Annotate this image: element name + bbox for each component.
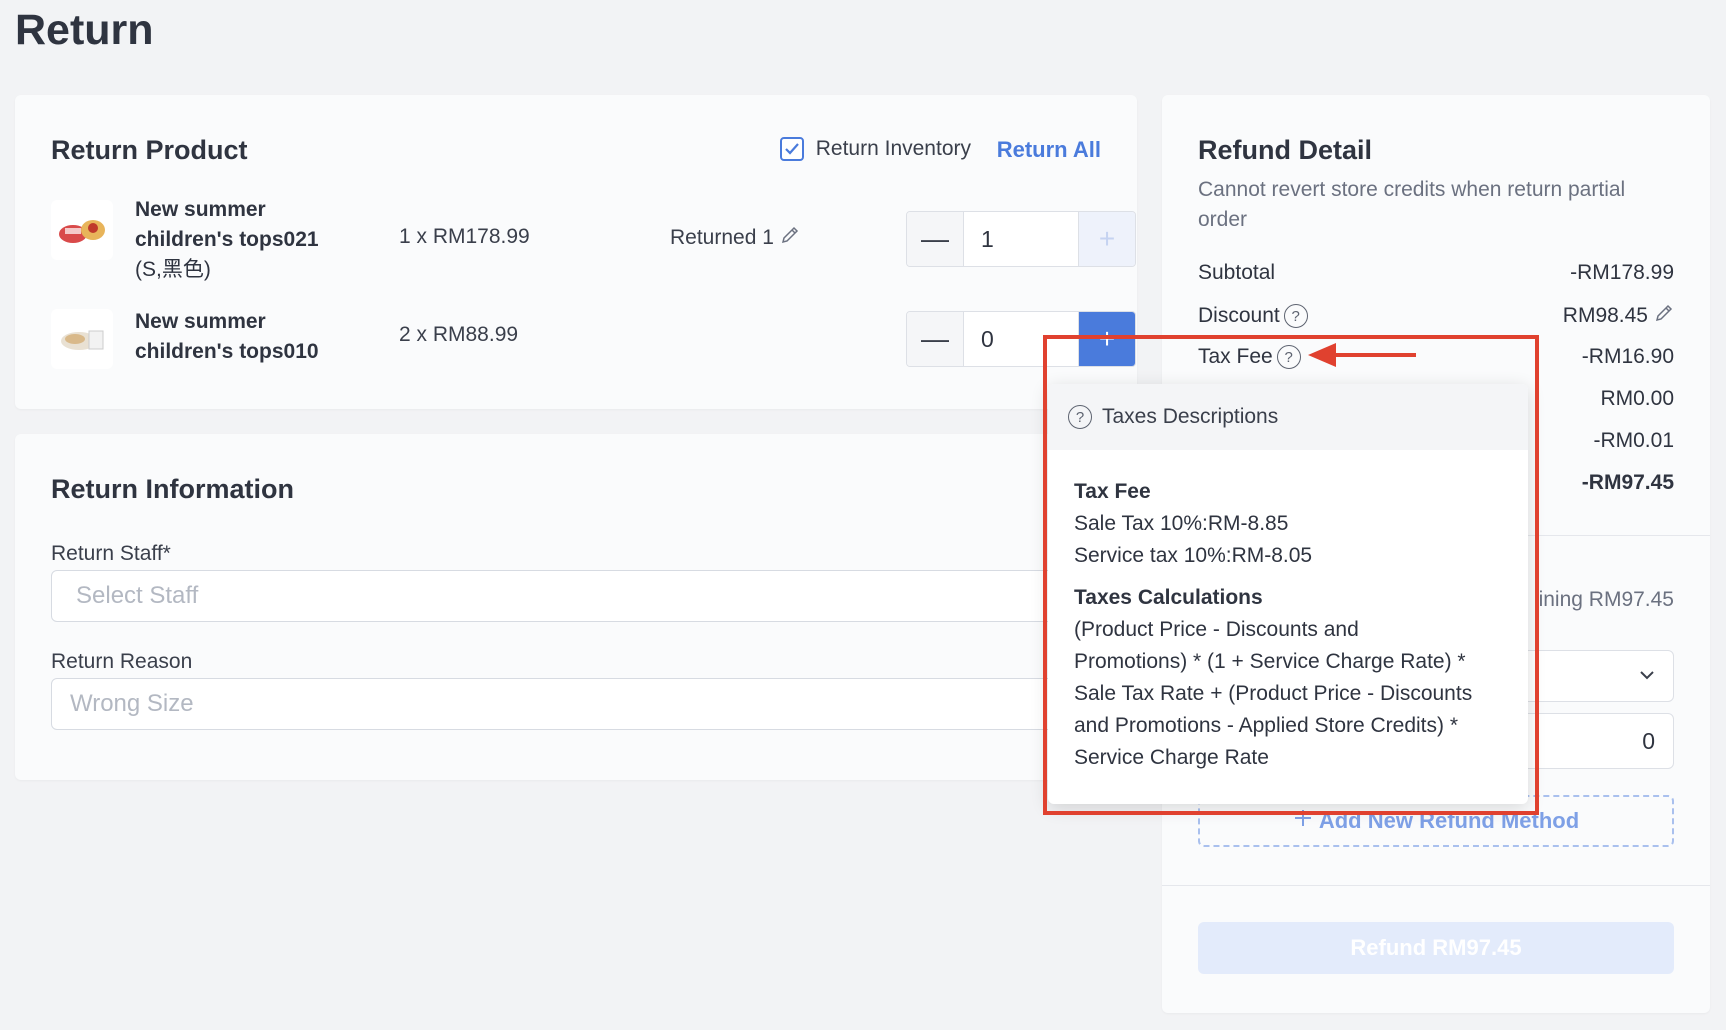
return-staff-select[interactable]: Select Staff [51, 570, 1141, 622]
return-inventory-checkbox[interactable]: Return Inventory [779, 137, 971, 161]
quantity-stepper: — 1 + [906, 211, 1136, 267]
chevron-down-icon [1637, 665, 1657, 690]
return-reason-label: Return Reason [51, 650, 193, 673]
product-price: 2 x RM88.99 [399, 323, 519, 346]
pencil-icon[interactable] [1654, 303, 1674, 329]
help-icon[interactable]: ? [1283, 304, 1308, 328]
checkbox-checked-icon[interactable] [779, 137, 804, 161]
summary-row-subtotal: Subtotal -RM178.99 [1198, 261, 1674, 284]
returned-count: Returned 1 [670, 225, 800, 251]
product-thumbnail [51, 200, 113, 260]
return-inventory-label: Return Inventory [815, 137, 971, 160]
return-staff-label: Return Staff* [51, 542, 171, 565]
page-title: Return [15, 6, 154, 54]
summary-row-discount: Discount ? RM98.45 [1198, 303, 1674, 329]
refund-detail-title: Refund Detail [1198, 135, 1373, 165]
annotation-highlight-box [1043, 335, 1539, 815]
decrement-button[interactable]: — [907, 212, 963, 266]
return-information-title: Return Information [51, 474, 294, 504]
divider [1162, 885, 1710, 886]
decrement-button[interactable]: — [907, 312, 963, 366]
product-thumbnail [51, 309, 113, 369]
remaining-amount: ining RM97.45 [1538, 588, 1674, 611]
return-information-card: Return Information Return Staff* Select … [15, 434, 1141, 780]
product-name: New summer children's tops010 [135, 310, 319, 363]
refund-button[interactable]: Refund RM97.45 [1198, 922, 1674, 974]
return-product-title: Return Product [51, 135, 248, 165]
return-product-card: Return Product Return Inventory Return A… [15, 95, 1137, 409]
increment-button[interactable]: + [1079, 212, 1135, 266]
product-row: New summer children's tops021 (S,黑色) 1 x… [51, 195, 1136, 285]
return-reason-input[interactable]: Wrong Size [51, 678, 1141, 730]
refund-note: Cannot revert store credits when return … [1198, 178, 1626, 231]
product-row: New summer children's tops010 2 x RM88.9… [51, 307, 1136, 377]
pencil-icon[interactable] [780, 225, 800, 251]
annotation-arrow-icon [1308, 340, 1418, 375]
return-all-link[interactable]: Return All [997, 137, 1101, 163]
quantity-input[interactable]: 1 [963, 212, 1079, 266]
product-price: 1 x RM178.99 [399, 225, 530, 248]
product-name: New summer children's tops021 (S,黑色) [135, 198, 319, 281]
